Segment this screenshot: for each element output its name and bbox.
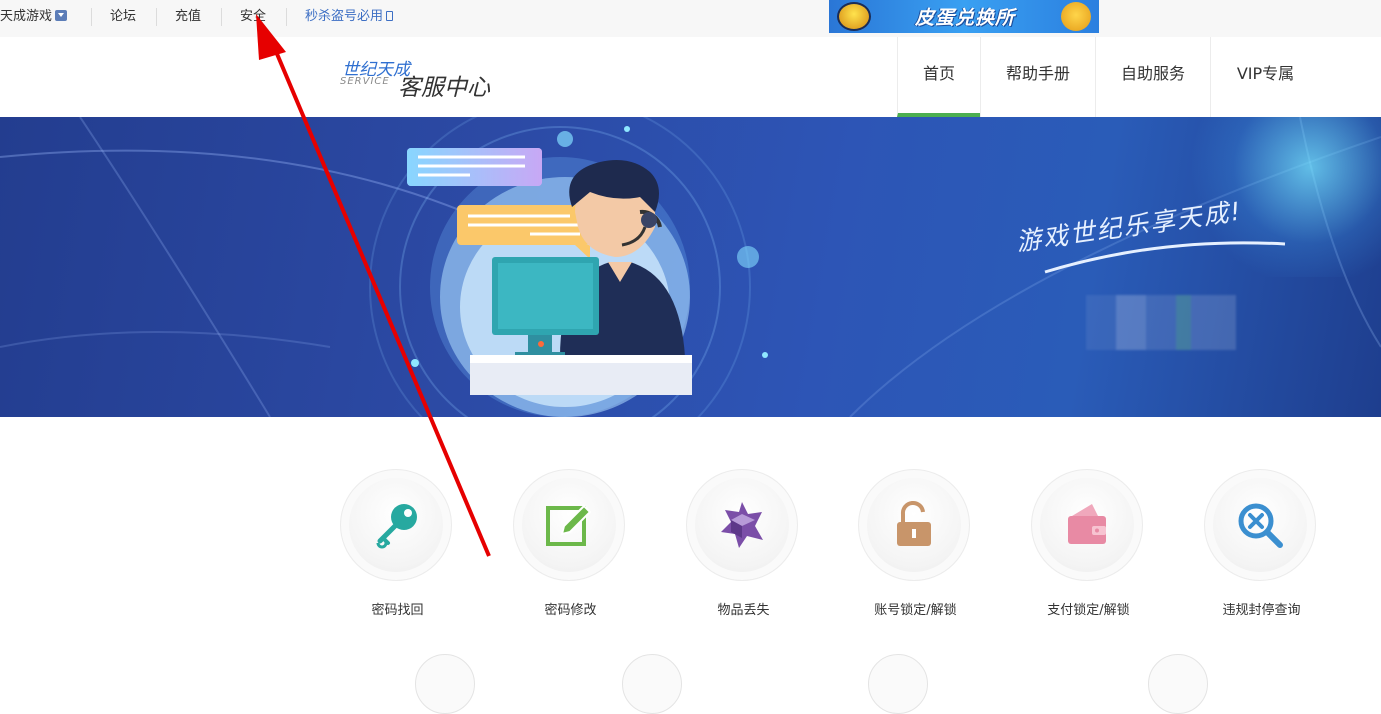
service-password-change[interactable]: 密码修改 (513, 469, 628, 619)
service-circle-row2[interactable] (622, 654, 682, 714)
wallet-icon (1068, 504, 1106, 544)
anti-theft-label: 秒杀盗号必用 (305, 9, 384, 24)
service-label: 密码修改 (544, 603, 597, 618)
phone-icon (386, 11, 394, 21)
logo[interactable]: 世纪天成 SERVICE 客服中心 (340, 55, 510, 101)
security-link[interactable]: 安全 (240, 0, 266, 34)
service-circle-row2[interactable] (868, 654, 928, 714)
service-circle-row2[interactable] (1148, 654, 1208, 714)
divider (221, 8, 222, 26)
forum-link[interactable]: 论坛 (110, 0, 136, 34)
service-circle-row2[interactable] (415, 654, 475, 714)
lock-icon (897, 501, 931, 546)
tab-help-manual[interactable]: 帮助手册 (980, 37, 1095, 117)
service-password-recovery[interactable]: 密码找回 (340, 469, 455, 619)
recharge-link[interactable]: 充值 (175, 0, 201, 34)
tab-vip[interactable]: VIP专属 (1210, 37, 1320, 117)
anti-theft-link[interactable]: 秒杀盗号必用 (305, 0, 394, 34)
service-label: 违规封停查询 (1222, 603, 1301, 618)
games-menu[interactable]: 天成游戏 (0, 0, 68, 34)
edit-icon (546, 504, 592, 546)
service-ban-query[interactable]: 违规封停查询 (1204, 469, 1319, 619)
key-icon (376, 504, 417, 549)
divider (286, 8, 287, 26)
slogan-swoosh (1044, 241, 1286, 274)
mascot-icon (1061, 2, 1091, 31)
service-label: 账号锁定/解锁 (874, 603, 957, 618)
ad-banner-text: 皮蛋兑换所 (915, 7, 1016, 29)
service-account-lock[interactable]: 账号锁定/解锁 (858, 469, 973, 619)
hero-banner: 游戏世纪乐享天成! (0, 117, 1381, 417)
games-menu-label: 天成游戏 (0, 9, 53, 24)
logo-title: 客服中心 (398, 75, 490, 101)
tab-self-service[interactable]: 自助服务 (1095, 37, 1210, 117)
service-payment-lock[interactable]: 支付锁定/解锁 (1031, 469, 1146, 619)
site-header: 世纪天成 SERVICE 客服中心 首页 帮助手册 自助服务 VIP专属 (0, 37, 1381, 117)
service-label: 物品丢失 (717, 603, 770, 618)
search-ban-icon (1238, 503, 1283, 548)
ad-banner[interactable]: 皮蛋兑换所 (829, 0, 1099, 33)
game-badge-icon (837, 2, 871, 31)
service-item-lost[interactable]: 物品丢失 (686, 469, 801, 619)
service-label: 密码找回 (371, 603, 424, 618)
top-bar: 天成游戏 论坛 充值 安全 秒杀盗号必用 皮蛋兑换所 (0, 0, 1381, 37)
service-grid: 密码找回 密码修改 物品丢失 账号锁定/解锁 支付锁定/解锁 违规封停查询 (0, 417, 1381, 714)
chevron-down-icon (55, 10, 68, 21)
tab-home[interactable]: 首页 (897, 37, 980, 117)
divider (156, 8, 157, 26)
service-label: 支付锁定/解锁 (1047, 603, 1130, 618)
box-icon (721, 502, 763, 548)
divider (91, 8, 92, 26)
pixelated-region (1086, 295, 1236, 350)
logo-service: SERVICE (340, 76, 390, 87)
